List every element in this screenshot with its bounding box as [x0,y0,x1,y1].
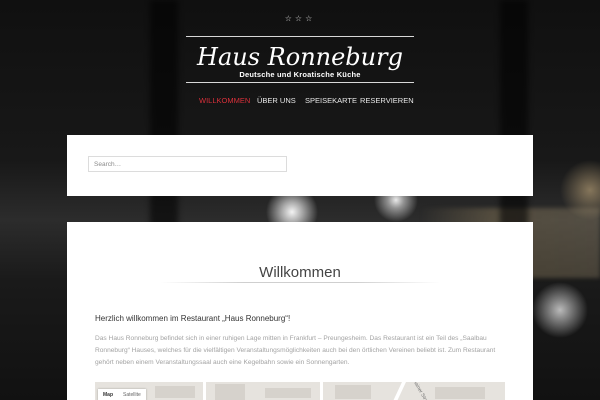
search-input[interactable] [88,156,287,172]
page-title: Willkommen [259,264,341,282]
logo-subtitle: Deutsche und Kroatische Küche [239,70,361,79]
embedded-map[interactable]: Kirchhainer Straße Map Satellite [95,382,505,400]
map-building [215,384,245,400]
nav-item-speisekarte[interactable]: Speisekarte [305,96,357,105]
map-type-satellite-button[interactable]: Satellite [118,389,146,400]
map-road [203,382,206,400]
title-divider [160,282,440,283]
map-building [335,385,371,399]
site-header: ☆☆☆ Haus Ronneburg Deutsche und Kroatisc… [0,0,600,120]
logo-title[interactable]: Haus Ronneburg [0,43,600,71]
map-road [320,382,323,400]
content-panel: Willkommen Herzlich willkommen im Restau… [67,222,533,400]
logo-top-rule [186,36,414,37]
nav-item-reservieren[interactable]: Reservieren [360,96,414,105]
welcome-heading: Herzlich willkommen im Restaurant „Haus … [95,314,291,323]
nav-item-ueber-uns[interactable]: Über uns [257,96,296,105]
map-building [435,387,485,399]
nav-item-willkommen[interactable]: Willkommen [199,96,250,105]
map-building [265,388,311,398]
intro-paragraph: Das Haus Ronneburg befindet sich in eine… [95,334,496,366]
stars-decoration: ☆☆☆ [284,14,316,23]
logo-bottom-rule [186,82,414,83]
map-type-map-button[interactable]: Map [98,389,118,400]
main-nav: Willkommen Über uns Speisekarte Reservie… [0,96,600,110]
map-building [155,386,195,398]
map-type-control: Map Satellite [98,389,146,400]
map-road [388,382,406,400]
search-panel [67,135,533,196]
map-street-label: Kirchhainer Straße [406,382,432,400]
